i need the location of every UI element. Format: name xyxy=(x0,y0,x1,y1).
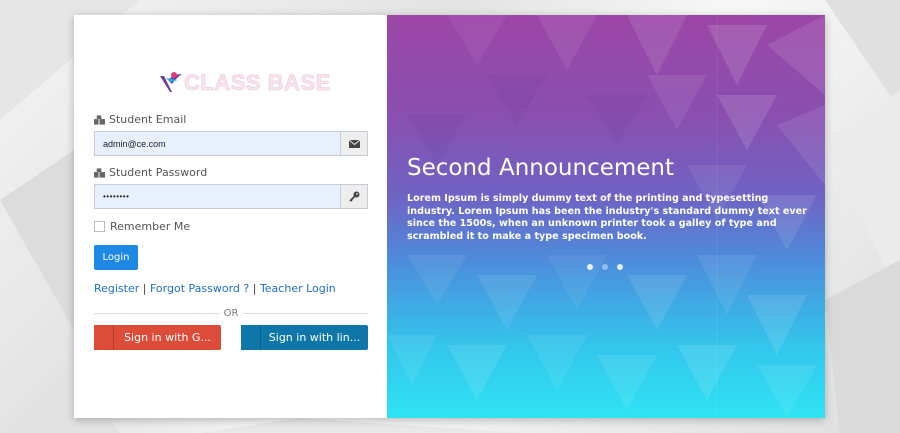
auth-links: Register | Forgot Password ? | Teacher L… xyxy=(94,282,336,295)
key-icon xyxy=(348,191,359,202)
envelope-icon xyxy=(348,139,360,148)
password-label: Student Password xyxy=(94,166,207,179)
email-label-text: Student Email xyxy=(109,113,187,126)
announcement-text: Lorem Ipsum is simply dummy text of the … xyxy=(407,193,807,242)
link-separator: | xyxy=(139,282,150,295)
divider-line xyxy=(94,313,219,314)
email-label: Student Email xyxy=(94,113,186,126)
google-signin-button[interactable]: Sign in with G... xyxy=(94,325,221,350)
register-link[interactable]: Register xyxy=(94,282,139,295)
link-separator: | xyxy=(249,282,260,295)
teacher-login-link[interactable]: Teacher Login xyxy=(260,282,336,295)
carousel-dot-3[interactable] xyxy=(617,264,623,270)
login-panel: CLASS BASE Student Email admin@ce.com St… xyxy=(74,15,387,418)
password-label-text: Student Password xyxy=(109,166,208,179)
or-divider: OR xyxy=(94,308,369,319)
user-group-icon xyxy=(94,167,105,178)
carousel-dot-2[interactable] xyxy=(602,264,608,270)
email-addon xyxy=(340,131,368,156)
email-field[interactable]: admin@ce.com xyxy=(94,131,340,156)
linkedin-signin-label: Sign in with lin... xyxy=(268,331,361,344)
remember-me-checkbox[interactable] xyxy=(94,221,105,232)
password-addon xyxy=(340,184,368,209)
or-text: OR xyxy=(223,308,239,319)
remember-me-label: Remember Me xyxy=(110,220,191,233)
linkedin-signin-button[interactable]: Sign in with lin... xyxy=(241,325,368,350)
brand-logo: CLASS BASE xyxy=(158,70,331,96)
linkedin-icon xyxy=(241,325,261,350)
logo-icon xyxy=(160,72,182,92)
announcement-title: Second Announcement xyxy=(407,155,675,181)
carousel-indicators xyxy=(587,264,632,270)
login-button[interactable]: Login xyxy=(94,245,138,270)
login-card: CLASS BASE Student Email admin@ce.com St… xyxy=(74,15,825,418)
carousel-dot-1[interactable] xyxy=(587,264,593,270)
remember-me: Remember Me xyxy=(94,220,190,233)
google-signin-label: Sign in with G... xyxy=(124,331,211,344)
logo-text: CLASS BASE xyxy=(184,70,331,96)
announcement-carousel: Second Announcement Lorem Ipsum is simpl… xyxy=(387,15,825,418)
forgot-password-link[interactable]: Forgot Password ? xyxy=(150,282,249,295)
password-field[interactable]: •••••••• xyxy=(94,184,340,209)
email-input-group: admin@ce.com xyxy=(94,131,368,156)
user-group-icon xyxy=(94,114,105,125)
divider-line xyxy=(243,313,369,314)
google-icon xyxy=(94,325,114,350)
password-input-group: •••••••• xyxy=(94,184,368,209)
